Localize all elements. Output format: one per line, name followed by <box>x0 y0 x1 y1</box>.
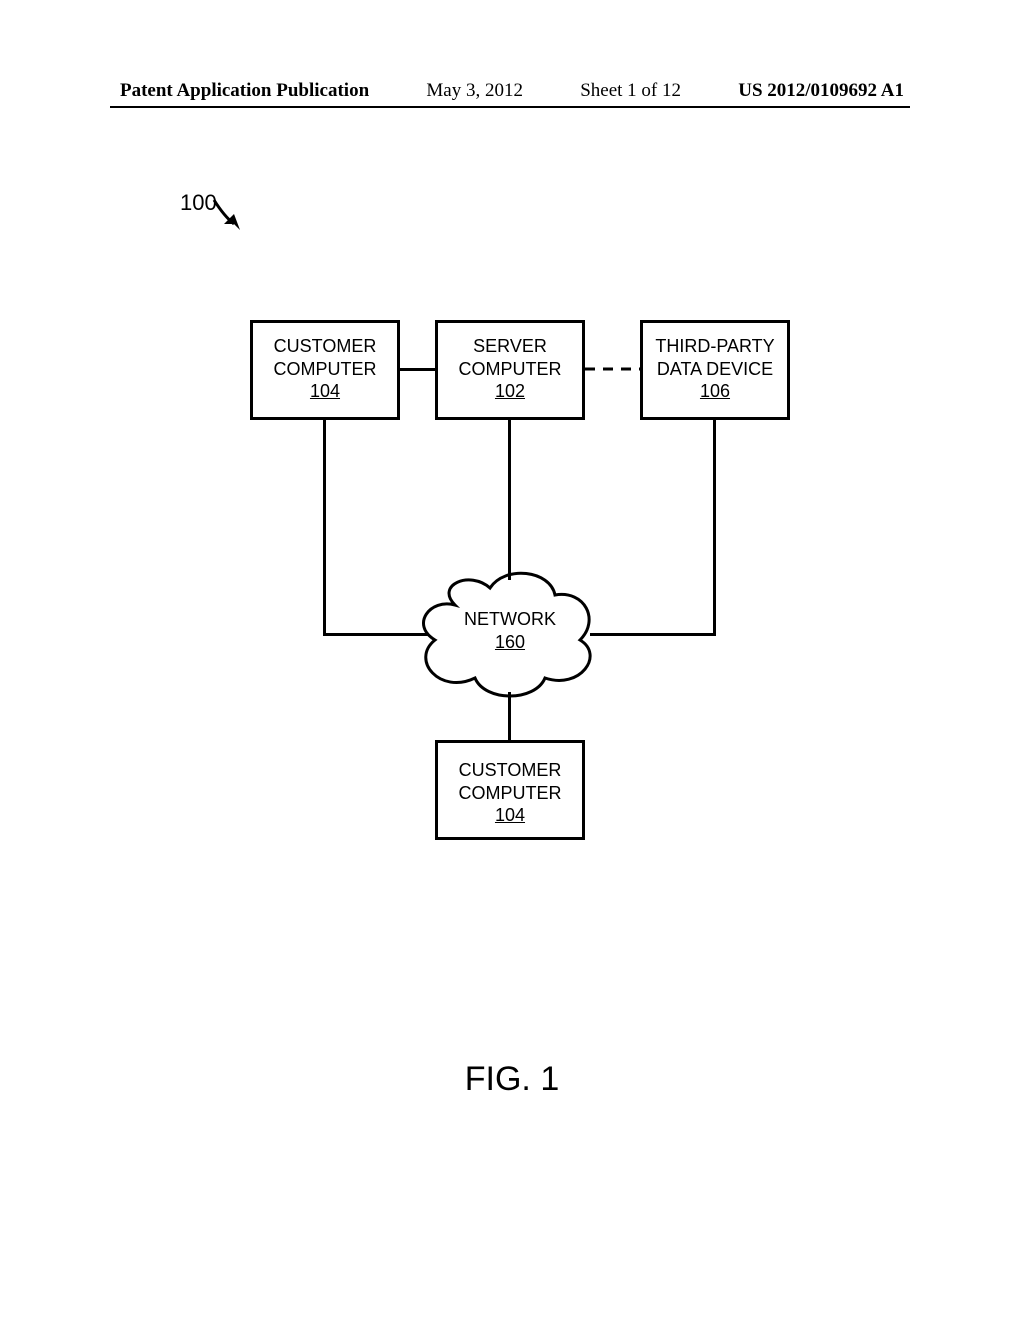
box-line: SERVER <box>438 335 582 358</box>
diagram-area: CUSTOMER COMPUTER 104 SERVER COMPUTER 10… <box>240 320 800 880</box>
connector-line <box>713 420 716 635</box>
box-customer-top: CUSTOMER COMPUTER 104 <box>250 320 400 420</box>
connector-line <box>323 633 428 636</box>
box-customer-bottom: CUSTOMER COMPUTER 104 <box>435 740 585 840</box>
connector-line <box>590 633 716 636</box>
box-ref: 106 <box>643 380 787 403</box>
box-line: COMPUTER <box>438 782 582 805</box>
header-date: May 3, 2012 <box>426 80 523 102</box>
connector-line <box>508 692 511 740</box>
connector-line <box>323 420 326 635</box>
box-ref: 102 <box>438 380 582 403</box>
header-sheet: Sheet 1 of 12 <box>580 80 681 102</box>
box-line: COMPUTER <box>438 358 582 381</box>
header-rule <box>110 106 910 108</box>
box-ref: 104 <box>253 380 397 403</box>
cloud-ref: 160 <box>415 631 605 654</box>
header-pubno: US 2012/0109692 A1 <box>738 80 904 102</box>
box-line: CUSTOMER <box>438 759 582 782</box>
box-third-party: THIRD-PARTY DATA DEVICE 106 <box>640 320 790 420</box>
network-cloud-label-group: NETWORK 160 <box>415 608 605 655</box>
box-line: CUSTOMER <box>253 335 397 358</box>
box-line: DATA DEVICE <box>643 358 787 381</box>
page-header: Patent Application Publication May 3, 20… <box>0 80 1024 102</box>
box-line: THIRD-PARTY <box>643 335 787 358</box>
connector-line <box>508 420 511 580</box>
connector-dashed-line <box>585 366 640 372</box>
box-server: SERVER COMPUTER 102 <box>435 320 585 420</box>
ref-100-arrow-icon <box>212 198 252 238</box>
connector-line <box>400 368 435 371</box>
figure-caption: FIG. 1 <box>0 1060 1024 1099</box>
box-line: COMPUTER <box>253 358 397 381</box>
box-ref: 104 <box>438 804 582 827</box>
cloud-label: NETWORK <box>415 608 605 631</box>
header-left: Patent Application Publication <box>120 80 369 102</box>
